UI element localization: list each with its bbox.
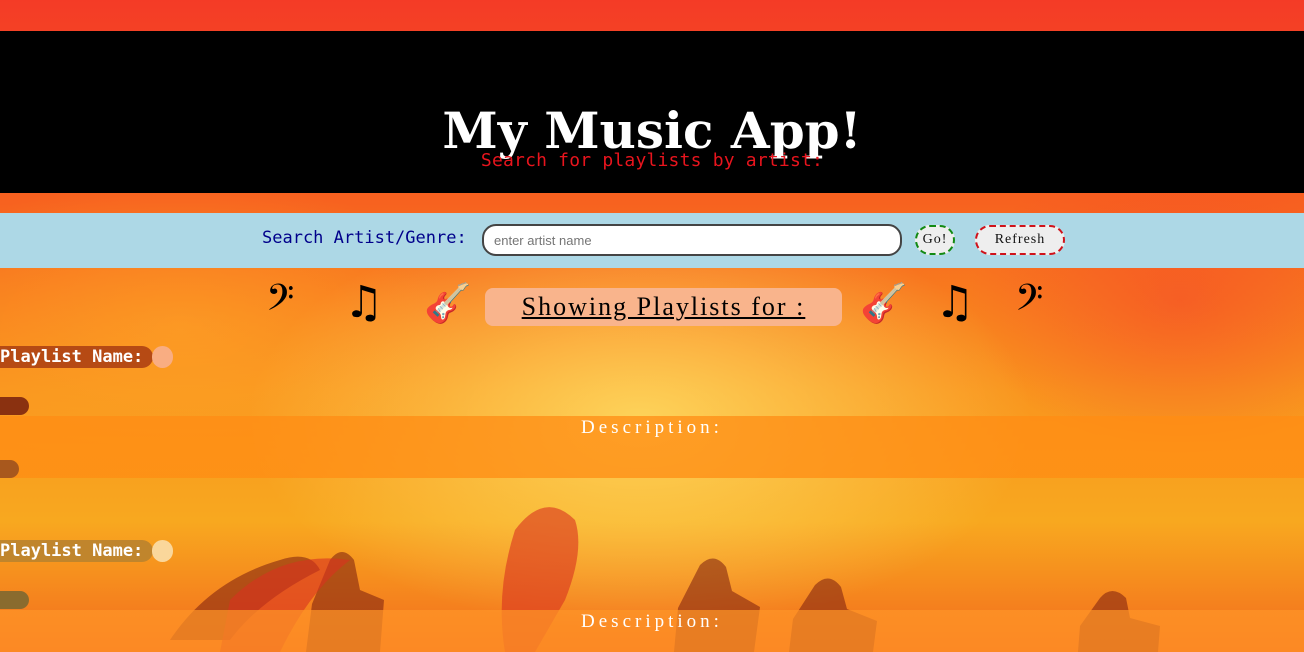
description-band: Description: bbox=[0, 416, 1304, 478]
bass-clef-icon: 𝄢 bbox=[1015, 277, 1044, 328]
showing-playlists-row: 𝄢 ♫ 🎸 Showing Playlists for : 🎸 ♫ 𝄢 bbox=[0, 278, 1304, 332]
search-label: Search Artist/Genre: bbox=[262, 228, 467, 248]
playlist-name-value bbox=[152, 540, 173, 562]
app-header: My Music App! Search for playlists by ar… bbox=[0, 31, 1304, 193]
description-label: Description: bbox=[581, 611, 723, 632]
search-bar: Search Artist/Genre: Go! Refresh bbox=[0, 213, 1304, 268]
playlist-name-value bbox=[152, 346, 173, 368]
app-title: My Music App! bbox=[442, 101, 862, 160]
playlist-artist-pill bbox=[0, 591, 29, 609]
music-note-icon: ♫ bbox=[344, 277, 384, 328]
header-subtitle: Search for playlists by artist: bbox=[480, 150, 824, 171]
refresh-button[interactable]: Refresh bbox=[975, 225, 1065, 255]
showing-playlists-heading: Showing Playlists for : bbox=[485, 288, 842, 326]
guitar-icon: 🎸 bbox=[860, 281, 908, 325]
playlist-tracks-pill bbox=[0, 460, 19, 478]
description-band: Description: bbox=[0, 610, 1304, 652]
description-label: Description: bbox=[581, 417, 723, 438]
music-note-icon: ♫ bbox=[935, 277, 975, 328]
playlist-name-label: Playlist Name: bbox=[0, 346, 153, 368]
bass-clef-icon: 𝄢 bbox=[266, 277, 295, 328]
go-button[interactable]: Go! bbox=[915, 225, 955, 255]
playlist-artist-pill bbox=[0, 397, 29, 415]
playlist-name-label: Playlist Name: bbox=[0, 540, 153, 562]
guitar-icon: 🎸 bbox=[424, 281, 472, 325]
artist-search-input[interactable] bbox=[482, 224, 902, 256]
